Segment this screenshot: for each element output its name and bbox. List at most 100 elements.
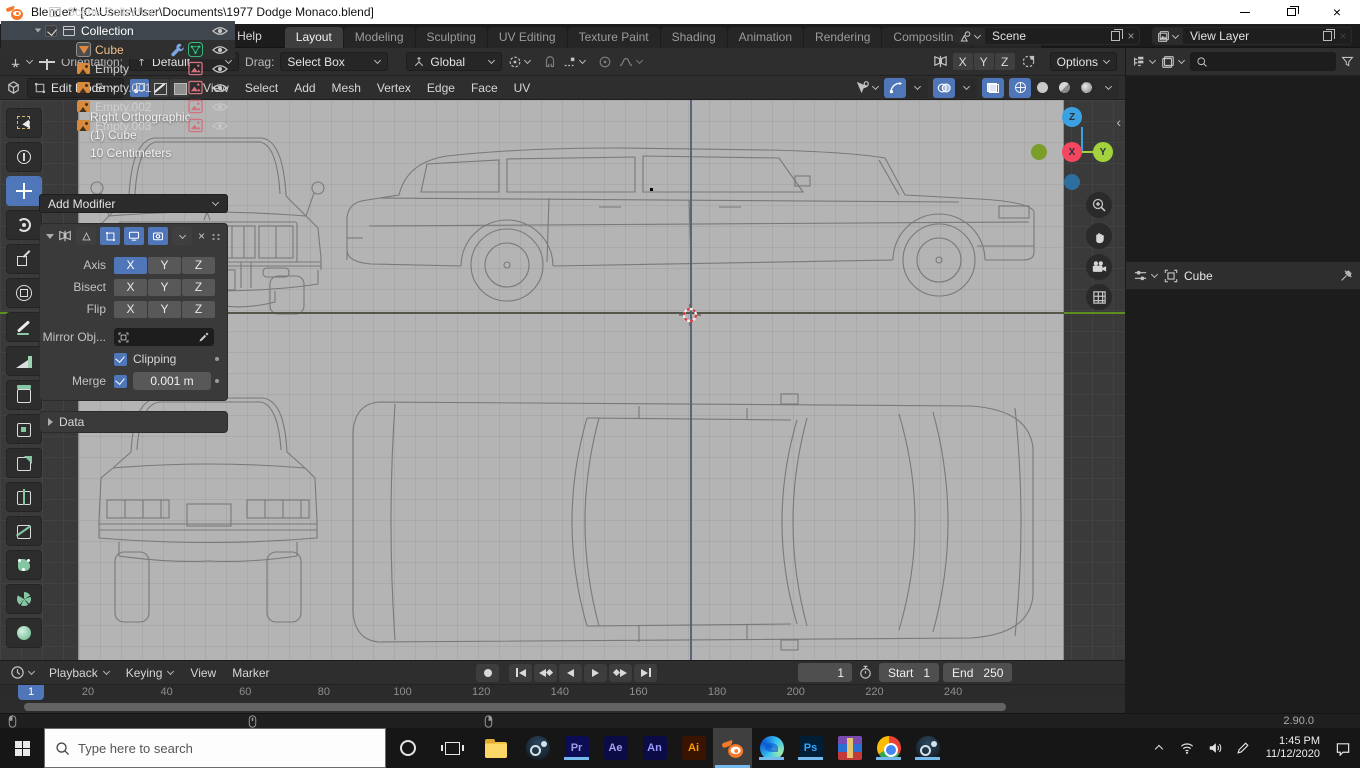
end-frame-field[interactable]: End250	[943, 663, 1012, 682]
axis-button[interactable]: X	[114, 257, 147, 274]
selected-vertex[interactable]	[650, 188, 653, 191]
taskbar-app-blender[interactable]	[713, 728, 752, 768]
view-layer-selector[interactable]: View Layer ×	[1152, 27, 1352, 45]
timeline-ruler[interactable]: 20406080100120140160180200220240 1	[0, 685, 1125, 701]
image-badge-icon[interactable]	[188, 118, 203, 133]
delete-scene-button[interactable]: ×	[1123, 28, 1139, 44]
proportional-falloff-dropdown[interactable]	[618, 55, 643, 69]
gizmo-minus-z-ball[interactable]	[1064, 174, 1080, 190]
drag-dropdown[interactable]: Select Box	[280, 52, 388, 71]
pin-icon[interactable]	[1340, 269, 1353, 282]
xray-toggle[interactable]	[982, 78, 1004, 98]
eye-icon[interactable]	[212, 102, 228, 112]
axis-button[interactable]: Z	[182, 301, 215, 318]
outliner-display-mode-dropdown[interactable]	[1161, 55, 1185, 69]
mirror-object-field[interactable]	[114, 328, 214, 346]
gizmos-options-chevron[interactable]	[906, 78, 928, 98]
axis-button[interactable]: Z	[182, 279, 215, 296]
taskbar-app-edge[interactable]	[752, 736, 791, 760]
taskbar-app-premiere[interactable]: Pr	[557, 736, 596, 760]
volume-icon[interactable]	[1204, 741, 1226, 755]
prev-keyframe-button[interactable]	[534, 664, 557, 682]
gizmo-z-ball[interactable]: Z	[1062, 107, 1082, 127]
play-reverse-button[interactable]	[559, 664, 582, 682]
task-view-button[interactable]	[430, 728, 474, 768]
workspace-tab[interactable]: Animation	[728, 27, 803, 48]
taskbar-app-steam[interactable]	[518, 736, 557, 760]
timeline-menu[interactable]: Marker	[224, 661, 277, 685]
image-badge-icon[interactable]	[188, 61, 203, 76]
axis-button[interactable]: Y	[148, 257, 181, 274]
cursor-3d[interactable]	[679, 304, 701, 326]
row-label[interactable]: Scene Collection	[67, 5, 157, 19]
new-scene-button[interactable]	[1107, 28, 1123, 44]
taskbar-app-winrar[interactable]	[830, 736, 869, 760]
outliner-row-empty-002[interactable]: Empty.002	[1, 97, 235, 116]
workspace-tab[interactable]: Sculpting	[416, 27, 487, 48]
eye-icon[interactable]	[212, 45, 228, 55]
mirror-axis-button[interactable]: X	[953, 53, 973, 70]
row-label[interactable]: Empty.003	[95, 119, 151, 133]
wireframe-shading-button[interactable]	[1009, 78, 1031, 98]
taskbar-app-chrome[interactable]	[869, 736, 908, 760]
image-badge-icon[interactable]	[188, 80, 203, 95]
overlays-toggle[interactable]	[933, 78, 955, 98]
workspace-tab[interactable]: Shading	[661, 27, 727, 48]
play-button[interactable]	[584, 664, 607, 682]
axis-button[interactable]: Z	[182, 257, 215, 274]
taskbar-search[interactable]	[44, 728, 386, 768]
timeline-menu[interactable]: Keying	[118, 661, 183, 685]
outliner-search-input[interactable]	[1190, 52, 1336, 71]
panel-expand-caret[interactable]	[46, 234, 54, 239]
outliner-row-empty-001[interactable]: Empty.001	[1, 78, 235, 97]
axis-button[interactable]: X	[114, 301, 147, 318]
auto-keying-button[interactable]	[476, 664, 499, 682]
restore-button[interactable]	[1268, 0, 1314, 24]
windows-ink-pen-icon[interactable]	[1232, 741, 1254, 755]
new-view-layer-button[interactable]	[1319, 28, 1335, 44]
current-frame-indicator[interactable]: 1	[18, 685, 44, 700]
file-explorer-button[interactable]	[474, 728, 518, 768]
merge-checkbox[interactable]	[114, 375, 127, 388]
workspace-tab[interactable]: Modeling	[344, 27, 415, 48]
object-visibility-dropdown[interactable]	[855, 80, 879, 95]
mesh-data-badge-icon[interactable]	[188, 42, 203, 57]
render-display-toggle[interactable]	[148, 227, 168, 245]
edit-mode-display-toggle[interactable]	[100, 227, 120, 245]
menu-item[interactable]: Add	[286, 76, 323, 100]
eye-icon[interactable]	[212, 26, 228, 36]
eye-icon[interactable]	[212, 64, 228, 74]
minimize-button[interactable]	[1222, 0, 1268, 24]
remove-view-layer-button[interactable]: ×	[1335, 28, 1351, 44]
snap-region-icon[interactable]	[1021, 54, 1036, 69]
tool-smooth[interactable]	[6, 618, 42, 648]
editor-type-timeline-icon[interactable]	[6, 665, 39, 680]
data-panel[interactable]: Data	[39, 411, 228, 433]
outliner-row-cube[interactable]: Cube	[1, 40, 235, 59]
delete-modifier-button[interactable]: ×	[198, 229, 205, 243]
use-preview-range-icon[interactable]	[858, 665, 873, 680]
gizmos-toggle[interactable]	[884, 78, 906, 98]
editor-type-outliner-icon[interactable]	[1132, 55, 1156, 69]
current-frame-field[interactable]: 1	[798, 663, 852, 682]
shading-options-chevron[interactable]	[1097, 78, 1119, 98]
taskbar-clock[interactable]: 1:45 PM 11/12/2020	[1260, 735, 1326, 761]
row-label[interactable]: Empty	[95, 62, 129, 76]
tray-expand-chevron[interactable]	[1148, 744, 1170, 752]
axis-button[interactable]: X	[114, 279, 147, 296]
disclosure-caret[interactable]	[33, 28, 42, 33]
menu-item[interactable]: Edge	[419, 76, 463, 100]
animate-dot[interactable]	[215, 379, 219, 383]
mirror-axis-button[interactable]: Y	[974, 53, 994, 70]
row-label[interactable]: Collection	[81, 24, 134, 38]
eye-icon[interactable]	[212, 83, 228, 93]
tool-cursor[interactable]	[6, 142, 42, 172]
add-modifier-dropdown[interactable]: Add Modifier	[39, 194, 228, 213]
filter-icon[interactable]	[1341, 55, 1354, 68]
close-button[interactable]: ×	[1314, 0, 1360, 24]
scene-selector[interactable]: Scene ×	[954, 27, 1140, 45]
menu-item[interactable]: UV	[506, 76, 539, 100]
taskbar-app-aftereffects[interactable]: Ae	[596, 736, 635, 760]
jump-to-end-button[interactable]	[634, 664, 657, 682]
start-button[interactable]	[0, 728, 44, 768]
